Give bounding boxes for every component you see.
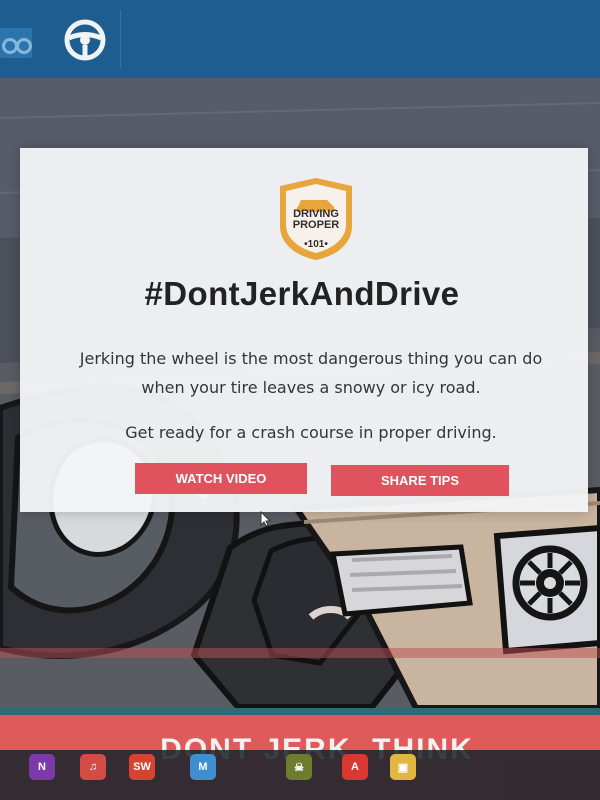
app-icon[interactable]: M (190, 754, 216, 780)
description-text: Jerking the wheel is the most dangerous … (79, 349, 543, 397)
mouse-pointer-icon (260, 510, 272, 527)
logo-label: DRIVING PROPER (292, 208, 340, 231)
folder-icon[interactable]: ▣ (390, 754, 416, 780)
share-tips-button[interactable]: SHARE TIPS (331, 465, 509, 496)
onenote-icon[interactable]: N (29, 754, 55, 780)
top-navigation-bar (0, 0, 600, 78)
watch-video-button[interactable]: WATCH VIDEO (135, 463, 307, 494)
steering-wheel-icon[interactable] (63, 18, 107, 62)
page-title: #DontJerkAndDrive (144, 275, 460, 312)
music-icon[interactable]: ♫ (80, 754, 106, 780)
logo-number: •101• (304, 239, 328, 250)
car-driving-icon[interactable] (0, 28, 32, 58)
game-icon[interactable]: ☠ (286, 754, 312, 780)
adobe-acrobat-icon[interactable]: A (342, 754, 368, 780)
subtext: Get ready for a crash course in proper d… (125, 423, 497, 442)
solidworks-icon[interactable]: SW (129, 754, 155, 780)
topbar-divider (120, 10, 121, 68)
banner-border (0, 708, 600, 715)
